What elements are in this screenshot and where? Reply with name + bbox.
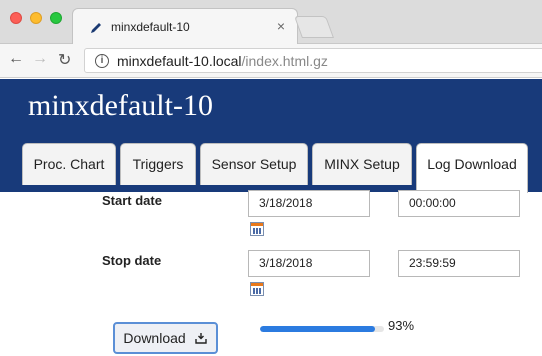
download-button[interactable]: Download bbox=[113, 322, 218, 354]
info-icon[interactable]: i bbox=[95, 54, 109, 68]
back-arrow-icon[interactable]: ← bbox=[8, 50, 24, 68]
browser-titlebar: minxdefault-10 × bbox=[0, 0, 542, 45]
tab-triggers[interactable]: Triggers bbox=[120, 143, 196, 185]
download-progress-text: 93% bbox=[388, 318, 415, 333]
stop-date-field[interactable]: 3/18/2018 bbox=[248, 250, 370, 277]
minimize-window-button[interactable] bbox=[30, 12, 42, 24]
address-bar[interactable]: i minxdefault-10.local/index.html.gz bbox=[84, 48, 542, 73]
download-icon bbox=[194, 333, 207, 344]
tab-minx-setup[interactable]: MINX Setup bbox=[312, 143, 412, 185]
start-time-field[interactable]: 00:00:00 bbox=[398, 190, 520, 217]
site-title: minxdefault-10 bbox=[28, 89, 213, 122]
start-date-field[interactable]: 3/18/2018 bbox=[248, 190, 370, 217]
url-text: minxdefault-10.local/index.html.gz bbox=[117, 53, 328, 69]
stop-time-field[interactable]: 23:59:59 bbox=[398, 250, 520, 277]
browser-toolbar: ← → ↻ i minxdefault-10.local/index.html.… bbox=[0, 44, 542, 78]
start-date-label: Start date bbox=[102, 193, 162, 208]
forward-arrow-icon[interactable]: → bbox=[32, 50, 48, 68]
new-tab-button[interactable] bbox=[293, 16, 335, 38]
download-progress-bar bbox=[260, 326, 384, 332]
start-calendar-icon[interactable] bbox=[250, 222, 264, 236]
url-host: minxdefault-10.local bbox=[117, 53, 242, 69]
tab-proc-chart[interactable]: Proc. Chart bbox=[22, 143, 116, 185]
tab-close-icon[interactable]: × bbox=[277, 18, 285, 34]
download-button-label: Download bbox=[123, 330, 186, 346]
browser-tab[interactable]: minxdefault-10 × bbox=[72, 8, 298, 45]
stop-date-label: Stop date bbox=[102, 253, 162, 268]
close-window-button[interactable] bbox=[10, 12, 22, 24]
url-path: /index.html.gz bbox=[241, 53, 328, 69]
tab-sensor-setup[interactable]: Sensor Setup bbox=[200, 143, 308, 185]
download-progress-fill bbox=[260, 326, 376, 332]
reload-icon[interactable]: ↻ bbox=[58, 50, 71, 70]
maximize-window-button[interactable] bbox=[50, 12, 62, 24]
stop-calendar-icon[interactable] bbox=[250, 282, 264, 296]
page-header: minxdefault-10 Proc. Chart Triggers Sens… bbox=[0, 79, 542, 193]
tab-title: minxdefault-10 bbox=[111, 20, 190, 34]
pencil-icon bbox=[91, 23, 101, 33]
tab-log-download[interactable]: Log Download bbox=[416, 143, 528, 193]
